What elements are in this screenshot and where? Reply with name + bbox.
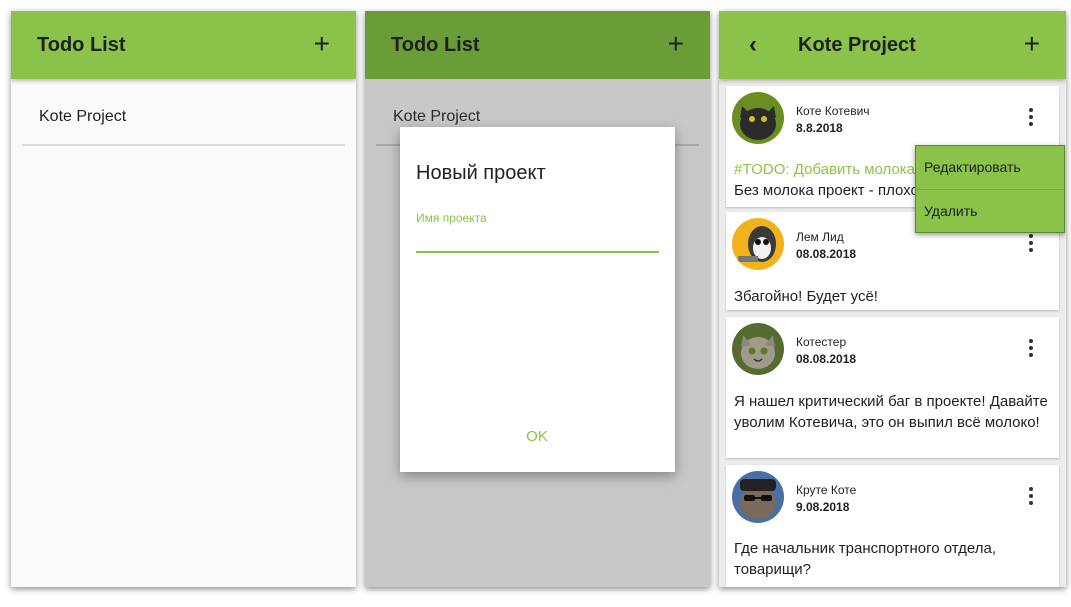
dialog-title: Новый проект bbox=[416, 162, 546, 184]
more-options-button[interactable] bbox=[1021, 487, 1041, 511]
project-name: Kote Project bbox=[393, 108, 481, 125]
avatar bbox=[732, 92, 784, 144]
new-project-dialog: Новый проект Имя проекта OK bbox=[400, 127, 675, 472]
app-title: Todo List bbox=[391, 34, 480, 56]
plus-icon: + bbox=[313, 28, 330, 59]
card-date: 08.08.2018 bbox=[796, 247, 857, 261]
more-options-button[interactable] bbox=[1021, 339, 1041, 363]
avatar bbox=[732, 323, 784, 375]
screen-project-tasks: ‹ Kote Project + Коте Котевич 8.8.2018 #… bbox=[719, 11, 1066, 587]
avatar bbox=[732, 471, 784, 523]
card-date: 08.08.2018 bbox=[796, 352, 857, 366]
more-vert-icon bbox=[1021, 108, 1041, 126]
more-vert-icon bbox=[1021, 234, 1041, 252]
ok-button[interactable]: OK bbox=[517, 428, 557, 450]
more-options-button[interactable] bbox=[1021, 234, 1041, 258]
screen-new-project-dialog: Todo List + Kote Project Новый проект Им… bbox=[365, 11, 710, 587]
chevron-left-icon: ‹ bbox=[749, 31, 757, 58]
plus-icon: + bbox=[1023, 28, 1040, 59]
plus-icon: + bbox=[667, 28, 684, 59]
add-project-button[interactable]: + bbox=[668, 11, 684, 77]
card-author: Лем Лид bbox=[796, 230, 844, 244]
project-title: Kote Project bbox=[798, 34, 916, 56]
menu-item-edit[interactable]: Редактировать bbox=[916, 146, 1064, 189]
avatar bbox=[732, 218, 784, 270]
more-options-button[interactable] bbox=[1021, 108, 1041, 132]
card-author: Котестер bbox=[796, 335, 847, 349]
project-name-label: Имя проекта bbox=[416, 211, 487, 225]
card-context-menu: Редактировать Удалить bbox=[915, 145, 1065, 233]
screen-project-list: Todo List + Kote Project bbox=[11, 11, 356, 587]
task-card[interactable]: Котестер 08.08.2018 Я нашел критический … bbox=[726, 317, 1059, 458]
add-task-button[interactable]: + bbox=[1024, 11, 1040, 77]
app-bar: Todo List + bbox=[11, 11, 356, 79]
card-author: Коте Котевич bbox=[796, 104, 870, 118]
card-text: Где начальник транспортного отдела, това… bbox=[734, 540, 997, 578]
app-bar: Todo List + bbox=[365, 11, 710, 79]
back-button[interactable]: ‹ bbox=[749, 11, 757, 79]
menu-item-delete[interactable]: Удалить bbox=[916, 189, 1064, 233]
card-date: 9.08.2018 bbox=[796, 500, 850, 514]
card-date: 8.8.2018 bbox=[796, 121, 843, 135]
more-vert-icon bbox=[1021, 487, 1041, 505]
project-list-item[interactable]: Kote Project bbox=[22, 79, 345, 146]
card-author: Круте Коте bbox=[796, 483, 857, 497]
add-project-button[interactable]: + bbox=[314, 11, 330, 77]
app-title: Todo List bbox=[37, 34, 126, 56]
card-text: Я нашел критический баг в проекте! Давай… bbox=[734, 393, 1048, 431]
task-card[interactable]: Круте Коте 9.08.2018 Где начальник транс… bbox=[726, 465, 1059, 587]
project-name: Kote Project bbox=[39, 108, 127, 125]
more-vert-icon bbox=[1021, 339, 1041, 357]
project-name-input[interactable] bbox=[416, 227, 659, 253]
card-text: Збагойно! Будет усё! bbox=[734, 288, 878, 305]
app-bar: ‹ Kote Project + bbox=[719, 11, 1066, 79]
